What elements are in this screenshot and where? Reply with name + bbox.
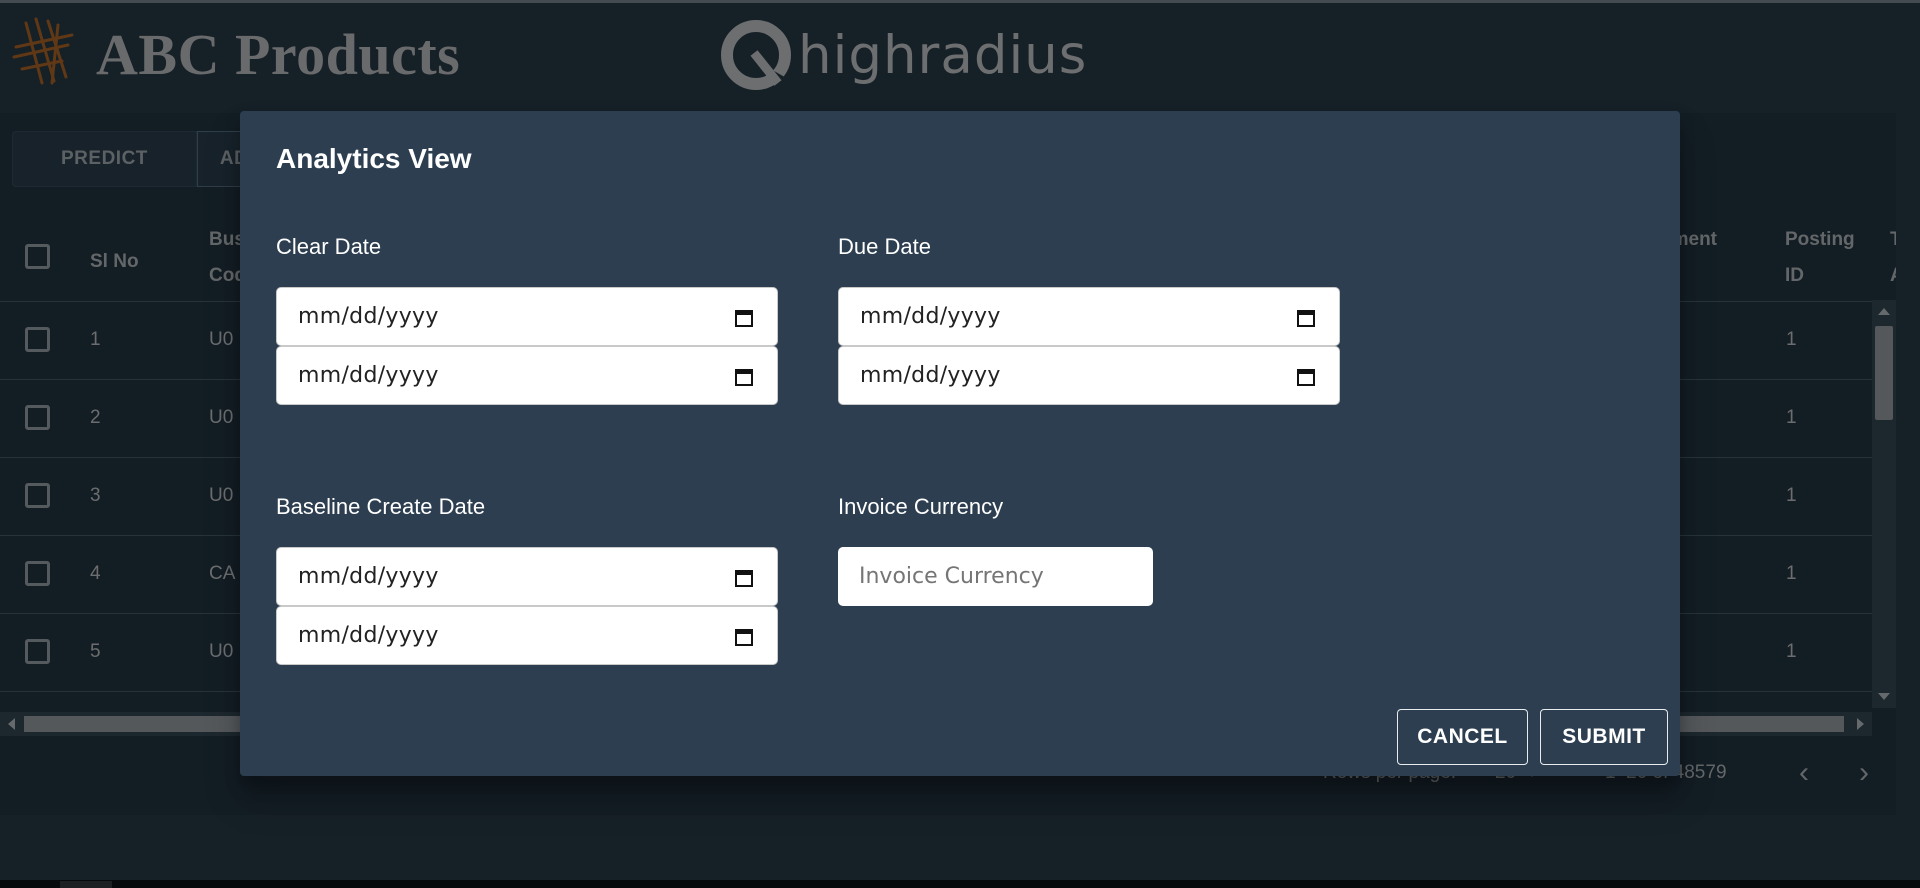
clear-date-from-input[interactable]: mm/dd/yyyy — [276, 287, 778, 346]
calendar-icon[interactable] — [1296, 308, 1316, 328]
invoice-currency-input[interactable] — [838, 547, 1153, 606]
calendar-icon[interactable] — [734, 627, 754, 647]
dialog-title: Analytics View — [276, 143, 472, 174]
calendar-icon[interactable] — [734, 367, 754, 387]
baseline-create-date-to-input[interactable]: mm/dd/yyyy — [276, 606, 778, 665]
calendar-icon[interactable] — [734, 308, 754, 328]
calendar-icon[interactable] — [734, 568, 754, 588]
date-placeholder: mm/dd/yyyy — [298, 304, 439, 329]
date-placeholder: mm/dd/yyyy — [860, 363, 1001, 388]
submit-button[interactable]: SUBMIT — [1540, 709, 1668, 765]
due-date-to-input[interactable]: mm/dd/yyyy — [838, 346, 1340, 405]
date-placeholder: mm/dd/yyyy — [298, 564, 439, 589]
cancel-button[interactable]: CANCEL — [1397, 709, 1528, 765]
date-placeholder: mm/dd/yyyy — [298, 363, 439, 388]
date-placeholder: mm/dd/yyyy — [860, 304, 1001, 329]
analytics-dialog: Analytics View Clear Date mm/dd/yyyy mm/… — [240, 111, 1680, 776]
due-date-from-input[interactable]: mm/dd/yyyy — [838, 287, 1340, 346]
calendar-icon[interactable] — [1296, 367, 1316, 387]
baseline-create-date-label: Baseline Create Date — [276, 494, 486, 519]
date-placeholder: mm/dd/yyyy — [298, 623, 439, 648]
clear-date-label: Clear Date — [276, 234, 382, 259]
due-date-label: Due Date — [838, 234, 931, 259]
baseline-create-date-from-input[interactable]: mm/dd/yyyy — [276, 547, 778, 606]
clear-date-to-input[interactable]: mm/dd/yyyy — [276, 346, 778, 405]
invoice-currency-label: Invoice Currency — [838, 494, 1004, 519]
